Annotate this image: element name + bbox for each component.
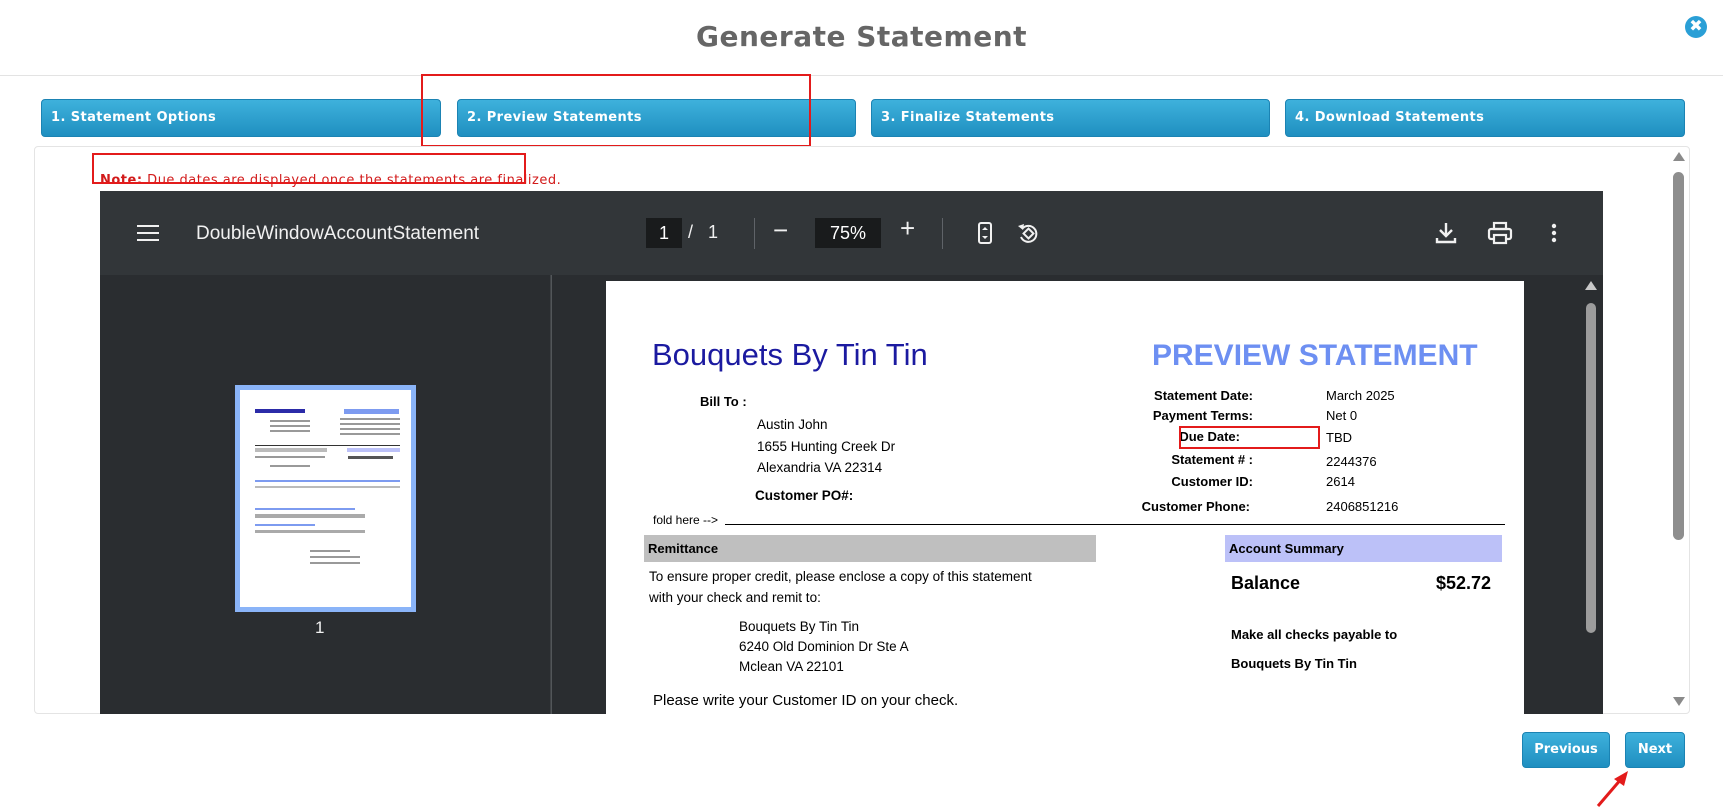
thumbnail-content: [255, 409, 400, 564]
page-separator: /: [688, 222, 694, 242]
scroll-up-icon[interactable]: [1585, 281, 1597, 290]
pdf-viewer: DoubleWindowAccountStatement 1 / 1 − 75%…: [100, 191, 1603, 714]
scroll-down-icon[interactable]: [1673, 697, 1685, 706]
menu-icon[interactable]: [137, 225, 159, 241]
thumbnail-page-preview: [240, 390, 411, 607]
close-icon[interactable]: ✖: [1685, 16, 1707, 38]
account-summary-header: Account Summary: [1225, 535, 1502, 562]
step-statement-options[interactable]: 1. Statement Options: [41, 99, 441, 137]
document-name: DoubleWindowAccountStatement: [196, 223, 480, 244]
page-thumbnail[interactable]: [235, 385, 416, 612]
page-total: 1: [708, 222, 719, 242]
fold-line: [725, 524, 1505, 525]
zoom-level-input[interactable]: 75%: [815, 218, 881, 248]
due-date-value: TBD: [1326, 430, 1352, 445]
customer-phone-label: Customer Phone:: [1141, 499, 1250, 514]
remittance-text-line: with your check and remit to:: [649, 590, 821, 605]
checks-payable-label: Make all checks payable to: [1231, 627, 1398, 642]
fold-here-label: fold here -->: [653, 513, 719, 527]
write-customer-id-note: Please write your Customer ID on your ch…: [653, 692, 959, 709]
payment-terms-value: Net 0: [1326, 408, 1358, 423]
generate-statement-modal: Generate Statement ✖ 1. Statement Option…: [0, 0, 1723, 808]
thumbnail-page-number: 1: [315, 618, 325, 637]
zoom-out-button[interactable]: −: [773, 215, 788, 246]
scroll-up-icon[interactable]: [1673, 152, 1685, 161]
remittance-text-line: To ensure proper credit, please enclose …: [649, 569, 1032, 584]
print-icon[interactable]: [1486, 219, 1514, 247]
note-prefix: Note:: [100, 173, 143, 188]
balance-label: Balance: [1231, 573, 1301, 593]
bill-to-street: 1655 Hunting Creek Dr: [757, 439, 896, 454]
step-preview-statements[interactable]: 2. Preview Statements: [457, 99, 856, 137]
modal-header: Generate Statement ✖: [0, 0, 1723, 76]
due-date-label: Due Date:: [1179, 429, 1240, 444]
scroll-thumb[interactable]: [1586, 303, 1596, 633]
customer-po-label: Customer PO#:: [755, 488, 854, 503]
statement-page: Bouquets By Tin Tin PREVIEW STATEMENT Bi…: [606, 281, 1524, 714]
viewer-scrollbar[interactable]: [1582, 279, 1600, 714]
customer-id-value: 2614: [1326, 474, 1355, 489]
previous-button[interactable]: Previous: [1522, 732, 1610, 768]
step-finalize-statements[interactable]: 3. Finalize Statements: [871, 99, 1270, 137]
scroll-thumb[interactable]: [1673, 172, 1684, 540]
bill-to-label: Bill To :: [700, 394, 747, 409]
remit-address-street: 6240 Old Dominion Dr Ste A: [739, 639, 909, 654]
step-download-statements[interactable]: 4. Download Statements: [1285, 99, 1685, 137]
toolbar-divider: [754, 218, 755, 249]
more-options-icon[interactable]: [1540, 219, 1568, 247]
balance-value: $52.72: [1436, 573, 1492, 593]
modal-title: Generate Statement: [695, 20, 1028, 53]
remit-address-city: Mclean VA 22101: [739, 659, 844, 674]
panel-scrollbar[interactable]: [1670, 150, 1688, 710]
statement-date-value: March 2025: [1326, 388, 1395, 403]
zoom-in-button[interactable]: +: [900, 213, 915, 244]
bill-to-city: Alexandria VA 22314: [757, 460, 883, 475]
toolbar-divider: [942, 218, 943, 249]
preview-statement-title: PREVIEW STATEMENT: [1152, 339, 1478, 372]
note-text: Due dates are displayed once the stateme…: [142, 173, 562, 188]
fit-page-icon[interactable]: [971, 219, 999, 247]
statement-number-value: 2244376: [1326, 454, 1377, 469]
company-name: Bouquets By Tin Tin: [652, 337, 928, 372]
page-number-input[interactable]: 1: [646, 218, 682, 248]
bill-to-name: Austin John: [757, 417, 828, 432]
pdf-toolbar: DoubleWindowAccountStatement 1 / 1 − 75%…: [100, 191, 1603, 275]
checks-payable-to: Bouquets By Tin Tin: [1231, 656, 1357, 671]
remittance-header: Remittance: [644, 535, 1096, 562]
statement-number-label: Statement # :: [1171, 452, 1253, 467]
document-area: Bouquets By Tin Tin PREVIEW STATEMENT Bi…: [552, 275, 1603, 714]
statement-date-label: Statement Date:: [1154, 388, 1253, 403]
thumbnail-pane: 1: [100, 275, 551, 714]
remit-address-name: Bouquets By Tin Tin: [739, 619, 860, 634]
customer-id-label: Customer ID:: [1171, 474, 1253, 489]
due-date-note: Note: Due dates are displayed once the s…: [100, 173, 561, 188]
download-icon[interactable]: [1432, 219, 1460, 247]
rotate-icon[interactable]: [1014, 219, 1042, 247]
next-button[interactable]: Next: [1625, 732, 1685, 768]
pointer-arrow-icon: [1596, 771, 1628, 807]
customer-phone-value: 2406851216: [1326, 499, 1399, 514]
payment-terms-label: Payment Terms:: [1152, 408, 1253, 423]
